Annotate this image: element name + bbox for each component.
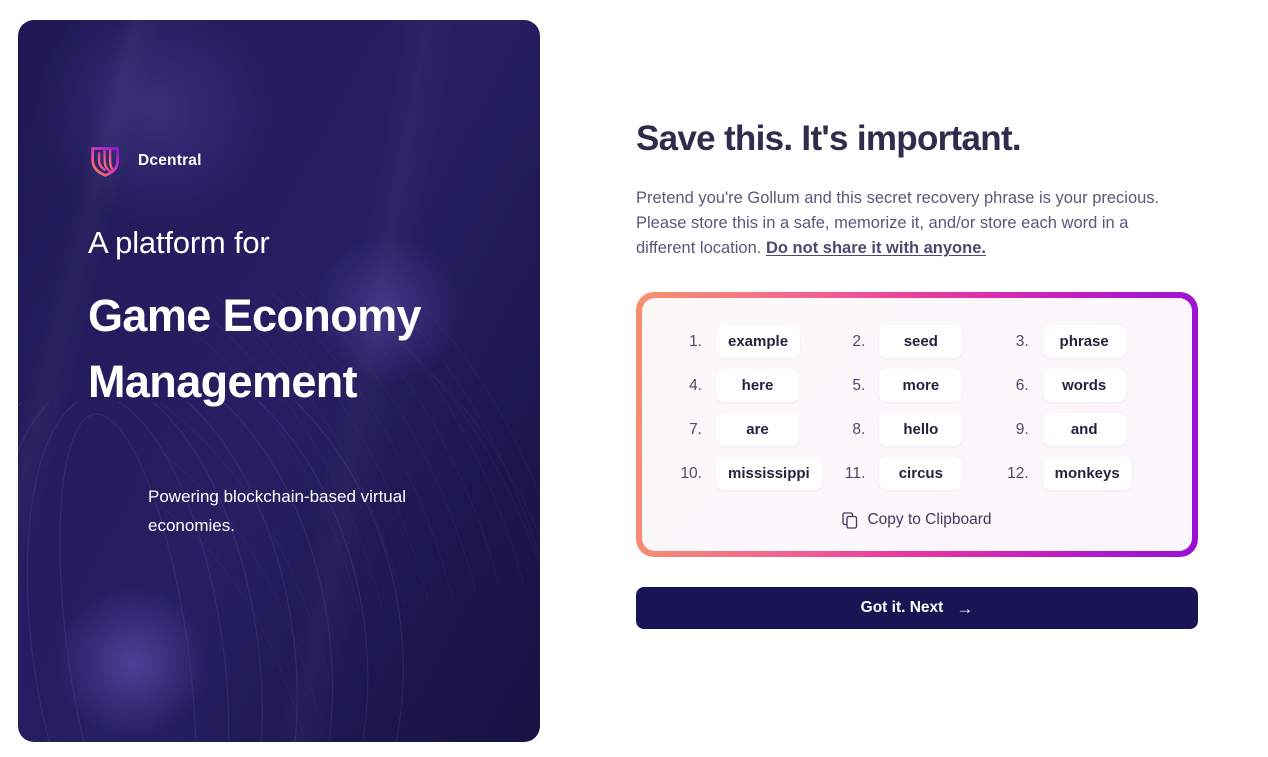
seed-word-cell: 6. words	[999, 369, 1162, 403]
page-root: Dcentral A platform for Game Economy Man…	[0, 0, 1268, 757]
seed-word-cell: 10. mississippi	[672, 457, 835, 491]
hero-eyebrow: A platform for	[88, 225, 270, 260]
seed-word-number: 3.	[1015, 332, 1029, 350]
seed-word-cell: 7. are	[672, 413, 835, 447]
hero-content: Dcentral A platform for Game Economy Man…	[18, 20, 540, 742]
page-title: Save this. It's important.	[636, 119, 1022, 158]
seed-word-number: 4.	[689, 376, 702, 394]
arrow-right-icon: →	[956, 598, 974, 618]
seed-word-value[interactable]: and	[1042, 413, 1126, 447]
content-panel: Save this. It's important. Pretend you'r…	[636, 118, 1198, 630]
seed-word-cell: 5. more	[835, 369, 998, 403]
seed-word-value[interactable]: seed	[879, 325, 963, 359]
seed-word-number: 2.	[852, 332, 866, 350]
seed-word-cell: 11. circus	[835, 457, 998, 491]
seed-word-cell: 12. monkeys	[999, 457, 1162, 491]
seed-word-number: 1.	[689, 332, 702, 350]
seed-phrase-card-inner: 1. example 2. seed 3. phrase 4. here 5. …	[642, 298, 1192, 552]
dcentral-shield-logo-icon	[88, 142, 125, 179]
description: Pretend you're Gollum and this secret re…	[636, 186, 1181, 261]
copy-to-clipboard-label: Copy to Clipboard	[867, 511, 992, 529]
seed-word-number: 8.	[852, 420, 866, 438]
hero-panel: Dcentral A platform for Game Economy Man…	[18, 20, 540, 742]
seed-word-value[interactable]: here	[716, 369, 799, 403]
seed-word-cell: 4. here	[672, 369, 835, 403]
seed-word-value[interactable]: are	[716, 413, 799, 447]
seed-phrase-grid: 1. example 2. seed 3. phrase 4. here 5. …	[672, 325, 1162, 491]
seed-word-cell: 9. and	[999, 413, 1162, 447]
hero-tagline: Powering blockchain-based virtual econom…	[148, 487, 406, 536]
seed-word-value[interactable]: mississippi	[716, 457, 822, 491]
hero-title: Game Economy Management	[88, 290, 422, 408]
brand: Dcentral	[88, 142, 490, 179]
seed-word-number: 7.	[689, 420, 702, 438]
seed-word-value[interactable]: more	[879, 369, 963, 403]
do-not-share-link[interactable]: Do not share it with anyone.	[766, 239, 986, 257]
seed-word-number: 9.	[1015, 420, 1029, 438]
seed-word-value[interactable]: monkeys	[1042, 457, 1132, 491]
seed-word-value[interactable]: phrase	[1042, 325, 1126, 359]
seed-word-cell: 1. example	[672, 325, 835, 359]
brand-name: Dcentral	[138, 151, 202, 169]
seed-word-cell: 2. seed	[835, 325, 998, 359]
seed-phrase-card: 1. example 2. seed 3. phrase 4. here 5. …	[636, 292, 1198, 558]
seed-word-value[interactable]: words	[1042, 369, 1126, 403]
seed-word-cell: 8. hello	[835, 413, 998, 447]
seed-word-value[interactable]: hello	[879, 413, 963, 447]
seed-word-cell: 3. phrase	[999, 325, 1162, 359]
seed-word-number: 5.	[852, 376, 866, 394]
seed-word-number: 10.	[680, 464, 702, 482]
seed-word-value[interactable]: example	[716, 325, 801, 359]
got-it-next-button[interactable]: Got it. Next →	[636, 587, 1198, 630]
seed-word-number: 6.	[1015, 376, 1029, 394]
seed-word-number: 12.	[1007, 464, 1029, 482]
seed-word-number: 11.	[844, 464, 866, 482]
copy-to-clipboard-button[interactable]: Copy to Clipboard	[672, 511, 1162, 529]
copy-icon	[842, 512, 858, 529]
got-it-next-label: Got it. Next	[860, 599, 944, 617]
seed-word-value[interactable]: circus	[879, 457, 963, 491]
